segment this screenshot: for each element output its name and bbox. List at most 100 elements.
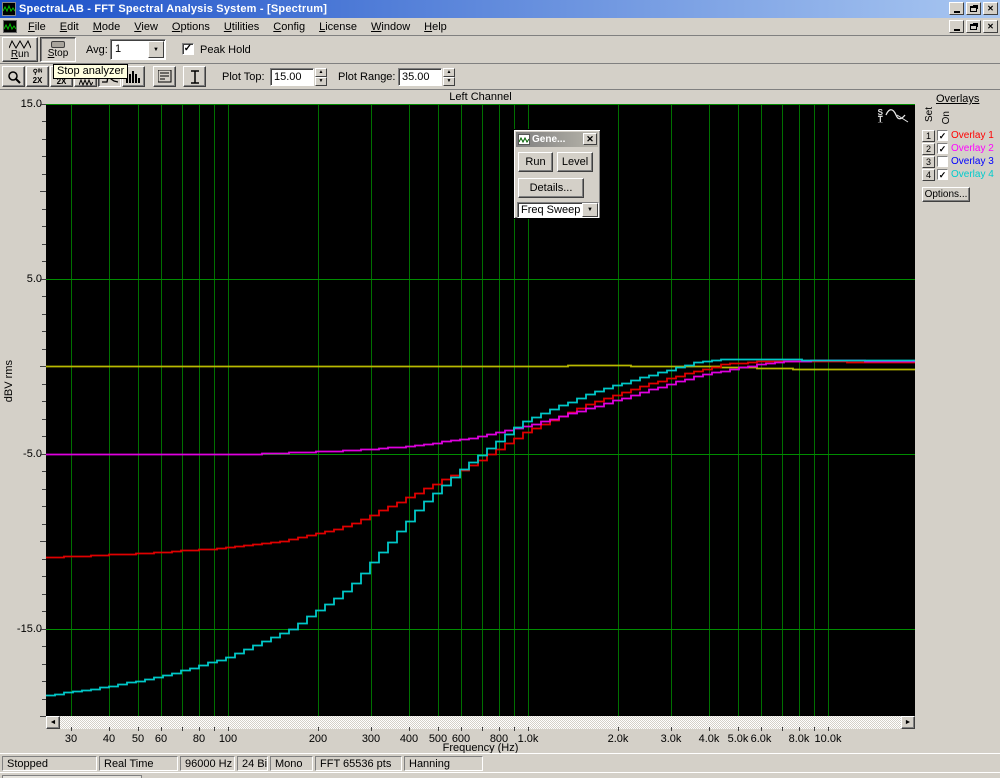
- peak-hold-checkbox[interactable]: ✓: [182, 43, 194, 55]
- avg-label: Avg:: [86, 44, 108, 56]
- y-axis-tick: [42, 559, 46, 560]
- scroll-left-button[interactable]: ◄: [46, 716, 60, 729]
- menu-item-file[interactable]: File: [21, 19, 53, 35]
- taskbar-edge: [0, 772, 1000, 778]
- overlay-2-set-button[interactable]: 2: [922, 142, 935, 155]
- overlay-4-on-checkbox[interactable]: ✓: [937, 169, 948, 180]
- close-button[interactable]: ✕: [983, 2, 998, 15]
- x-axis-tick: [814, 727, 815, 731]
- avg-dropdown[interactable]: 1 ▼: [110, 39, 166, 60]
- overlay-4-set-button[interactable]: 4: [922, 168, 935, 181]
- y-axis-tick: [42, 174, 46, 175]
- app-icon: [2, 2, 16, 16]
- curve-overlay-4: [46, 358, 915, 697]
- menu-item-config[interactable]: Config: [266, 19, 312, 35]
- peak-hold-label: Peak Hold: [200, 44, 251, 56]
- plot-top-value: 15.00: [274, 71, 302, 83]
- x-tick-label-30: 30: [64, 733, 78, 745]
- generator-mode-arrow-icon[interactable]: ▼: [582, 203, 598, 217]
- x-axis-tick: [828, 727, 829, 731]
- y-axis-tick: [40, 454, 46, 455]
- app-window: SpectraLAB - FFT Spectral Analysis Syste…: [0, 0, 1000, 778]
- generator-dialog[interactable]: Gene... ✕ Run Level Details... Freq Swee…: [513, 129, 601, 219]
- generator-run-button[interactable]: Run: [518, 152, 553, 172]
- mdi-restore-button[interactable]: [966, 20, 981, 33]
- x-axis-tick: [71, 727, 72, 731]
- generator-dialog-titlebar[interactable]: Gene... ✕: [516, 132, 598, 147]
- generator-close-button[interactable]: ✕: [583, 133, 597, 145]
- scroll-right-button[interactable]: ►: [901, 716, 915, 729]
- menu-item-help[interactable]: Help: [417, 19, 454, 35]
- mdi-child-icon[interactable]: [3, 20, 17, 33]
- plot-range-up-icon[interactable]: ▲: [443, 68, 455, 77]
- menu-item-utilities[interactable]: Utilities: [217, 19, 266, 35]
- list-settings-icon: [157, 70, 171, 83]
- x-axis-tick: [228, 727, 229, 731]
- overlay-row-3: 3 Overlay 3: [922, 155, 1000, 168]
- y-axis-tick: [40, 541, 46, 542]
- mdi-close-button[interactable]: ✕: [983, 20, 998, 33]
- mdi-minimize-button[interactable]: [949, 20, 964, 33]
- x-axis-tick: [318, 727, 319, 731]
- stop-button[interactable]: Stop: [40, 37, 76, 62]
- display-options-button[interactable]: [153, 66, 176, 87]
- plot-top-input[interactable]: 15.00: [270, 68, 314, 86]
- run-waveform-icon: [9, 39, 31, 49]
- plot-top-up-icon[interactable]: ▲: [315, 68, 327, 77]
- zoom-in-2x-button[interactable]: ⚲ᴵᴺ 2X: [26, 66, 49, 87]
- overlay-3-on-checkbox[interactable]: [937, 156, 948, 167]
- y-axis-tick: [42, 349, 46, 350]
- menu-bar: File Edit Mode View Options Utilities Config Li…: [0, 18, 1000, 36]
- minimize-button[interactable]: [949, 2, 964, 15]
- run-button[interactable]: Run: [2, 37, 38, 62]
- plot-range-spinner[interactable]: ▲ ▼: [443, 68, 455, 86]
- plot-range-label: Plot Range:: [338, 71, 396, 83]
- y-axis-tick: [42, 576, 46, 577]
- overlay-1-set-button[interactable]: 1: [922, 129, 935, 142]
- restore-button[interactable]: [966, 2, 981, 15]
- overlays-title: Overlays: [936, 93, 980, 105]
- spectrum-workspace: Left Channel dBV rms S̲ T̲ ◄ ► Frequency …: [0, 90, 1000, 754]
- plot-range-input[interactable]: 35.00: [398, 68, 442, 86]
- y-axis-tick: [42, 226, 46, 227]
- menu-item-license[interactable]: License: [312, 19, 364, 35]
- title-bar[interactable]: SpectraLAB - FFT Spectral Analysis Syste…: [0, 0, 1000, 18]
- x-axis-tick: [109, 727, 110, 731]
- window-title: SpectraLAB - FFT Spectral Analysis Syste…: [19, 3, 328, 15]
- overlay-3-set-button[interactable]: 3: [922, 155, 935, 168]
- plot-top-down-icon[interactable]: ▼: [315, 77, 327, 86]
- plot-toolbar: ⚲ᴵᴺ 2X 2X Plot Top: 15.00 ▲ ▼ Plot Range…: [0, 64, 1000, 90]
- x-axis-tick: [214, 727, 215, 731]
- x-axis-tick: [671, 727, 672, 731]
- y-axis-tick: [40, 366, 46, 367]
- zoom-button[interactable]: [2, 66, 25, 87]
- y-tick-label-15.0: 15.0: [20, 98, 42, 110]
- generator-mode-dropdown[interactable]: Freq Sweep ▼: [517, 202, 599, 218]
- y-tick-label--5.0: -5.0: [23, 448, 42, 460]
- y-axis-tick: [42, 156, 46, 157]
- menu-item-mode[interactable]: Mode: [86, 19, 128, 35]
- menu-item-view[interactable]: View: [127, 19, 165, 35]
- plot-range-down-icon[interactable]: ▼: [443, 77, 455, 86]
- generator-level-button[interactable]: Level: [557, 152, 593, 172]
- scroll-left-icon: ◄: [49, 719, 57, 726]
- plot-top-spinner[interactable]: ▲ ▼: [315, 68, 327, 86]
- overlays-options-button[interactable]: Options...: [922, 187, 970, 202]
- menu-item-edit[interactable]: Edit: [53, 19, 86, 35]
- y-axis-tick: [42, 139, 46, 140]
- x-tick-label-1.0k: 1.0k: [517, 733, 539, 745]
- avg-dropdown-arrow-icon[interactable]: ▼: [148, 41, 164, 58]
- menu-item-options[interactable]: Options: [165, 19, 217, 35]
- overlay-2-label: Overlay 2: [951, 143, 994, 154]
- spectrum-plot-svg: [46, 104, 915, 716]
- y-tick-label-5.0: 5.0: [26, 273, 42, 285]
- minimize-icon: [953, 10, 960, 13]
- marker-button[interactable]: [183, 66, 206, 87]
- overlay-2-on-checkbox[interactable]: ✓: [937, 143, 948, 154]
- generator-details-button[interactable]: Details...: [518, 178, 584, 198]
- plot-h-scrollbar[interactable]: ◄ ►: [46, 716, 915, 729]
- menu-item-window[interactable]: Window: [364, 19, 417, 35]
- overlay-4-label: Overlay 4: [951, 169, 994, 180]
- overlay-1-on-checkbox[interactable]: ✓: [937, 130, 948, 141]
- spectrum-plot[interactable]: S̲ T̲: [46, 104, 915, 716]
